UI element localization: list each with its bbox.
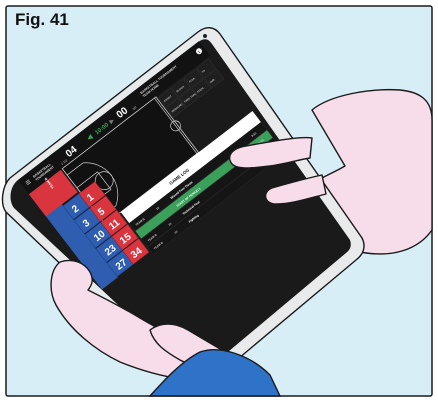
tablet-home-dot xyxy=(203,34,207,38)
figure-label: Fig. 41 xyxy=(15,10,69,29)
figure: ≡ BASKETBALL TOURNAMENT 04 2 1/2 ◀ 10:00 ▶ 00 1/2… xyxy=(0,0,438,402)
figure-illustration: ≡BASKETBALLTOURNAMENT042 1/2◀10:00▶00 1/2… xyxy=(1,5,433,397)
